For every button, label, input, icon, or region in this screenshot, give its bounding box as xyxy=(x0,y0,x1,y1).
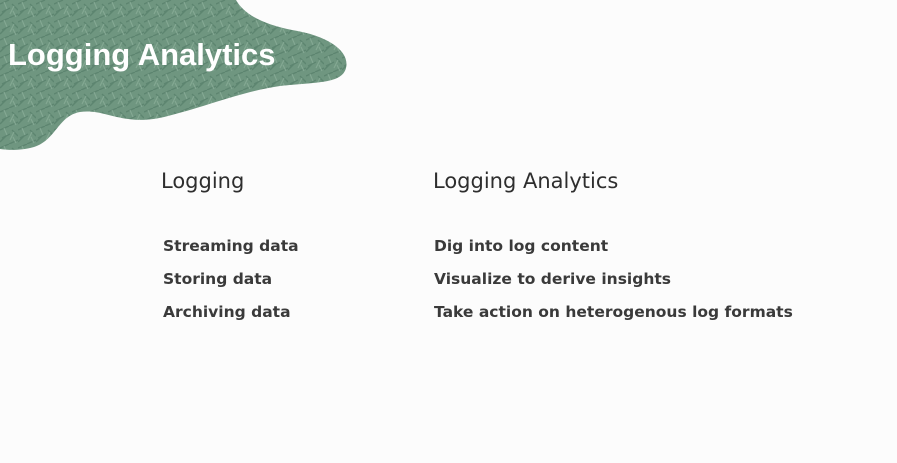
list-item: Archiving data xyxy=(163,303,291,321)
logging-analytics-list: Dig into log content Visualize to derive… xyxy=(434,230,793,329)
list-item: Visualize to derive insights xyxy=(434,270,671,288)
list-item: Streaming data xyxy=(163,237,299,255)
list-item: Take action on heterogenous log formats xyxy=(434,303,793,321)
list-item: Storing data xyxy=(163,270,273,288)
decorative-texture-blob xyxy=(0,0,347,150)
logging-list: Streaming data Storing data Archiving da… xyxy=(163,230,299,329)
logging-heading: Logging xyxy=(161,169,245,193)
slide: Logging Analytics Logging Streaming data… xyxy=(0,0,897,463)
slide-title: Logging Analytics xyxy=(8,37,276,72)
logging-analytics-heading: Logging Analytics xyxy=(433,169,619,193)
list-item: Dig into log content xyxy=(434,237,609,255)
